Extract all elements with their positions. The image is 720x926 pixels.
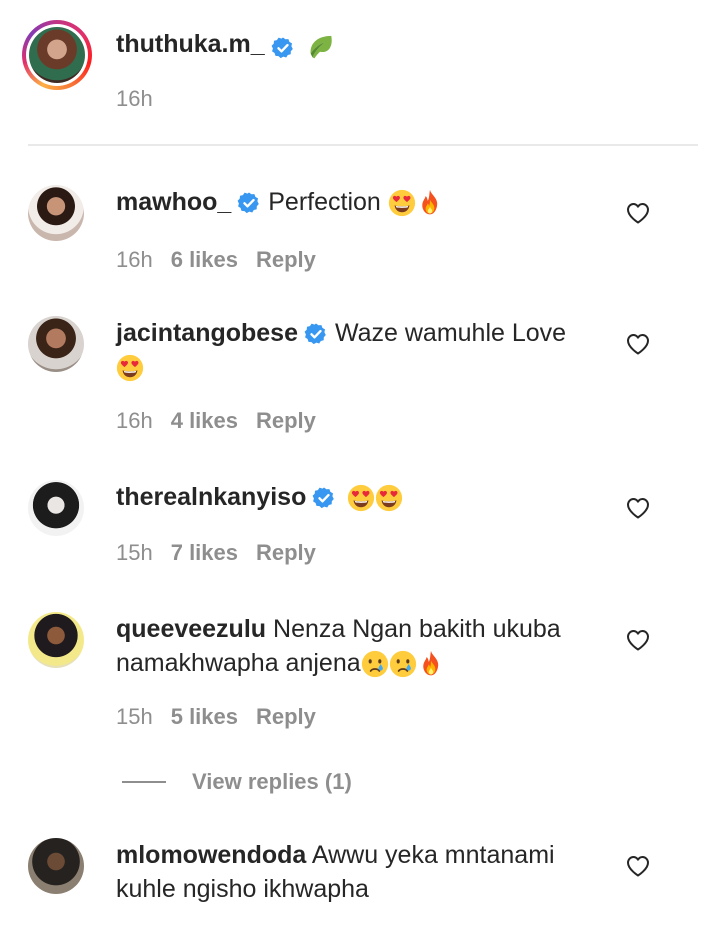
post-caption: thuthuka.m_ 16h xyxy=(0,0,720,146)
fire-emoji-icon xyxy=(416,189,444,217)
comment-username[interactable]: therealnkanyiso xyxy=(116,483,306,511)
reply-button[interactable]: Reply xyxy=(256,408,316,433)
comment-text: Perfection xyxy=(268,188,381,216)
likes-count[interactable]: 4 likes xyxy=(171,408,238,433)
verified-icon xyxy=(237,191,261,215)
heart-eyes-emoji-icon xyxy=(116,354,144,382)
avatar[interactable] xyxy=(28,480,84,536)
likes-count[interactable]: 7 likes xyxy=(171,540,238,565)
comment-username[interactable]: mlomowendoda xyxy=(116,841,306,869)
avatar[interactable] xyxy=(29,27,85,83)
heart-outline-icon[interactable] xyxy=(626,629,650,651)
fire-emoji-icon xyxy=(417,650,445,678)
likes-count[interactable]: 6 likes xyxy=(171,247,238,272)
avatar[interactable] xyxy=(28,185,84,241)
divider xyxy=(28,144,698,146)
likes-count[interactable]: 5 likes xyxy=(171,704,238,729)
comment-username[interactable]: mawhoo_ xyxy=(116,188,231,216)
avatar-story-ring[interactable] xyxy=(22,20,92,90)
crying-emoji-icon xyxy=(389,650,417,678)
comment-time: 16h xyxy=(116,247,153,272)
crying-emoji-icon xyxy=(361,650,389,678)
divider xyxy=(122,781,166,783)
view-replies-button[interactable]: View replies (1) xyxy=(122,768,352,796)
reply-button[interactable]: Reply xyxy=(256,540,316,565)
comment-time: 16h xyxy=(116,408,153,433)
view-replies-label[interactable]: View replies (1) xyxy=(192,769,352,794)
heart-outline-icon[interactable] xyxy=(626,855,650,877)
comment-username[interactable]: jacintangobese xyxy=(116,319,298,347)
comment-username[interactable]: queeveezulu xyxy=(116,615,266,643)
avatar[interactable] xyxy=(28,838,84,894)
reply-button[interactable]: Reply xyxy=(256,247,316,272)
reply-button[interactable]: Reply xyxy=(256,704,316,729)
heart-eyes-emoji-icon xyxy=(375,484,403,512)
avatar[interactable] xyxy=(28,316,84,372)
comment-time: 15h xyxy=(116,704,153,729)
heart-outline-icon[interactable] xyxy=(626,497,650,519)
comment-text: Waze wamuhle Love xyxy=(334,319,567,347)
leaf-emoji-icon xyxy=(305,33,335,63)
comment-time: 15h xyxy=(116,540,153,565)
heart-eyes-emoji-icon xyxy=(388,189,416,217)
caption-username[interactable]: thuthuka.m_ xyxy=(116,30,265,58)
verified-icon xyxy=(304,322,328,346)
caption-time: 16h xyxy=(116,86,153,111)
avatar[interactable] xyxy=(28,612,84,668)
heart-outline-icon[interactable] xyxy=(626,202,650,224)
heart-eyes-emoji-icon xyxy=(347,484,375,512)
verified-icon xyxy=(312,486,336,510)
verified-icon xyxy=(271,36,295,60)
heart-outline-icon[interactable] xyxy=(626,333,650,355)
